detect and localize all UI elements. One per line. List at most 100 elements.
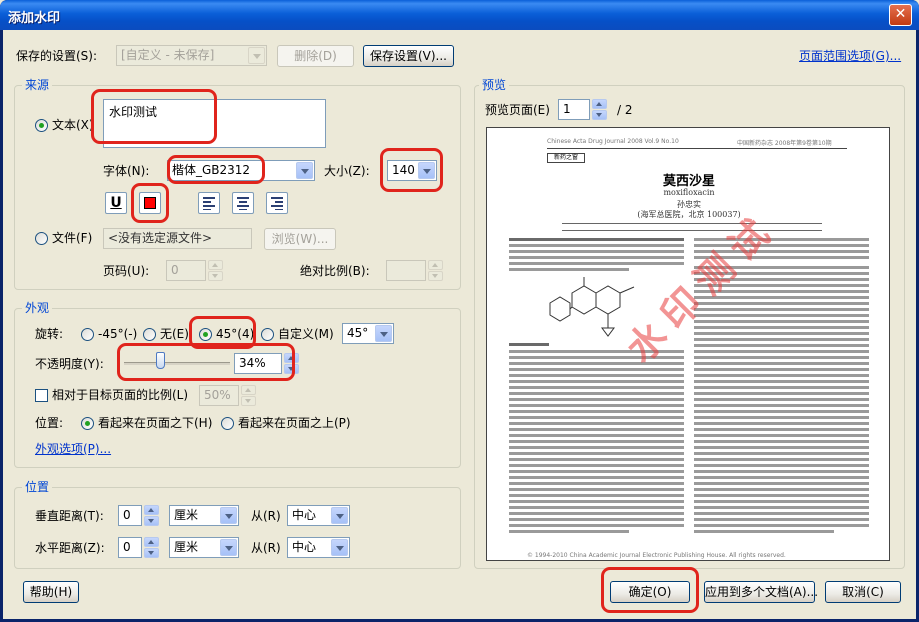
saved-settings-value: [自定义 - 未保存] [121, 48, 215, 62]
doc-title: 莫西沙星 [662, 174, 715, 189]
chevron-down-icon [375, 325, 392, 342]
vertical-from-combo[interactable]: 中心 [287, 505, 350, 526]
align-left-button[interactable] [198, 192, 220, 214]
vertical-distance-spinner[interactable] [144, 505, 159, 526]
highlight-size [380, 148, 443, 192]
highlight-text-input [91, 89, 217, 144]
align-right-button[interactable] [266, 192, 288, 214]
text-radio-label: 文本(X) [52, 118, 94, 132]
delete-button[interactable]: 删除(D) [277, 45, 354, 67]
doc-header-rule [547, 148, 847, 149]
rotation-custom-value: 45° [347, 326, 369, 340]
align-center-icon [237, 197, 249, 210]
title-bar: 添加水印 ✕ [0, 0, 919, 30]
horizontal-from-combo[interactable]: 中心 [287, 537, 350, 558]
highlight-ok [601, 567, 699, 613]
preview-page-label: 预览页面(E) [485, 103, 550, 117]
preview-page-spinner[interactable] [592, 99, 607, 120]
page-number-label: 页码(U): [103, 264, 150, 278]
chevron-down-icon [220, 539, 237, 556]
doc-affiliation: (海军总医院，北京 100037) [637, 210, 741, 219]
highlight-font [167, 155, 265, 184]
appearance-options-link[interactable]: 外观选项(P)... [35, 441, 111, 457]
underline-button[interactable]: U [105, 192, 127, 214]
size-label: 大小(Z): [324, 164, 370, 178]
rotation-custom-combo[interactable]: 45° [342, 323, 394, 344]
rotation-none-label: 无(E) [160, 327, 189, 341]
help-button[interactable]: 帮助(H) [23, 581, 79, 603]
file-radio[interactable] [35, 232, 48, 245]
horizontal-distance-label: 水平距离(Z): [35, 541, 105, 555]
doc-header-right: 中国新药杂志 2008年第9卷第10期 [737, 140, 832, 147]
chevron-down-icon [296, 162, 313, 179]
preview-page-total: / 2 [617, 103, 633, 117]
relative-scale-checkbox[interactable] [35, 389, 48, 402]
chevron-down-icon [220, 507, 237, 524]
horizontal-distance-input[interactable]: 0 [118, 537, 142, 558]
align-right-icon [271, 197, 283, 210]
rotation-none-radio[interactable] [143, 328, 156, 341]
relative-scale-label: 相对于目标页面的比例(L) [52, 388, 189, 402]
rotation-neg45-radio[interactable] [81, 328, 94, 341]
saved-settings-combo[interactable]: [自定义 - 未保存] [116, 45, 267, 66]
chevron-down-icon [331, 507, 348, 524]
saved-settings-label: 保存的设置(S): [16, 49, 98, 63]
preview-page-input[interactable]: 1 [558, 99, 590, 120]
highlight-color [131, 183, 169, 223]
behind-page-radio[interactable] [81, 417, 94, 430]
chevron-down-icon [248, 47, 265, 64]
source-file-field[interactable]: <没有选定源文件> [103, 228, 252, 249]
doc-header-left: Chinese Acta Drug Journal 2008 Vol.9 No.… [547, 138, 679, 145]
page-number-input[interactable]: 0 [166, 260, 206, 281]
horizontal-from-value: 中心 [292, 540, 317, 554]
chevron-down-icon [331, 539, 348, 556]
doc-footer: © 1994-2010 China Academic Journal Elect… [527, 552, 786, 559]
absolute-scale-input[interactable] [386, 260, 426, 281]
rotation-neg45-label: -45°(-) [98, 327, 138, 341]
rotation-label: 旋转: [35, 327, 64, 341]
apply-multiple-button[interactable]: 应用到多个文档(A)... [704, 581, 818, 603]
preview-group-title: 预览 [479, 77, 510, 93]
text-radio[interactable] [35, 119, 48, 132]
front-page-label: 看起来在页面之上(P) [238, 416, 351, 430]
doc-section: 新药之窗 [553, 154, 578, 161]
dialog-body: 保存的设置(S): [自定义 - 未保存] 删除(D) 保存设置(V)... 页… [3, 30, 916, 619]
position-group-title: 位置 [22, 479, 53, 495]
close-button[interactable]: ✕ [889, 4, 912, 26]
underline-icon: U [110, 195, 122, 211]
horizontal-unit-combo[interactable]: 厘米 [169, 537, 239, 558]
vertical-from-label: 从(R) [251, 509, 281, 523]
front-page-radio[interactable] [221, 417, 234, 430]
file-radio-label: 文件(F) [52, 231, 93, 245]
vertical-distance-input[interactable]: 0 [118, 505, 142, 526]
add-watermark-dialog: 添加水印 ✕ 保存的设置(S): [自定义 - 未保存] 删除(D) 保存设置(… [0, 0, 919, 622]
cancel-button[interactable]: 取消(C) [825, 581, 901, 603]
behind-page-label: 看起来在页面之下(H) [98, 416, 213, 430]
vertical-distance-label: 垂直距离(T): [35, 509, 104, 523]
preview-page: Chinese Acta Drug Journal 2008 Vol.9 No.… [486, 127, 890, 561]
source-group-title: 来源 [22, 77, 53, 93]
relative-scale-input[interactable]: 50% [199, 385, 239, 406]
font-label: 字体(N): [103, 164, 150, 178]
relative-scale-spinner[interactable] [241, 385, 256, 406]
save-settings-button[interactable]: 保存设置(V)... [363, 45, 454, 67]
vertical-unit-combo[interactable]: 厘米 [169, 505, 239, 526]
page-number-spinner[interactable] [208, 260, 223, 281]
align-center-button[interactable] [232, 192, 254, 214]
absolute-scale-label: 绝对比例(B): [300, 264, 370, 278]
opacity-label: 不透明度(Y): [35, 357, 104, 371]
doc-section-box: 新药之窗 [547, 153, 585, 163]
appearance-group-title: 外观 [22, 300, 53, 316]
highlight-opacity [117, 343, 295, 381]
align-left-icon [203, 197, 215, 210]
rotation-custom-label: 自定义(M) [278, 327, 334, 341]
dialog-title: 添加水印 [8, 11, 61, 26]
browse-button[interactable]: 浏览(W)... [264, 228, 336, 250]
absolute-scale-spinner[interactable] [428, 260, 443, 281]
rotation-custom-radio[interactable] [261, 328, 274, 341]
position-mode-label: 位置: [35, 416, 64, 430]
vertical-from-value: 中心 [292, 508, 317, 522]
horizontal-unit-value: 厘米 [174, 540, 199, 554]
horizontal-distance-spinner[interactable] [144, 537, 159, 558]
page-range-options-link[interactable]: 页面范围选项(G)... [799, 48, 901, 64]
